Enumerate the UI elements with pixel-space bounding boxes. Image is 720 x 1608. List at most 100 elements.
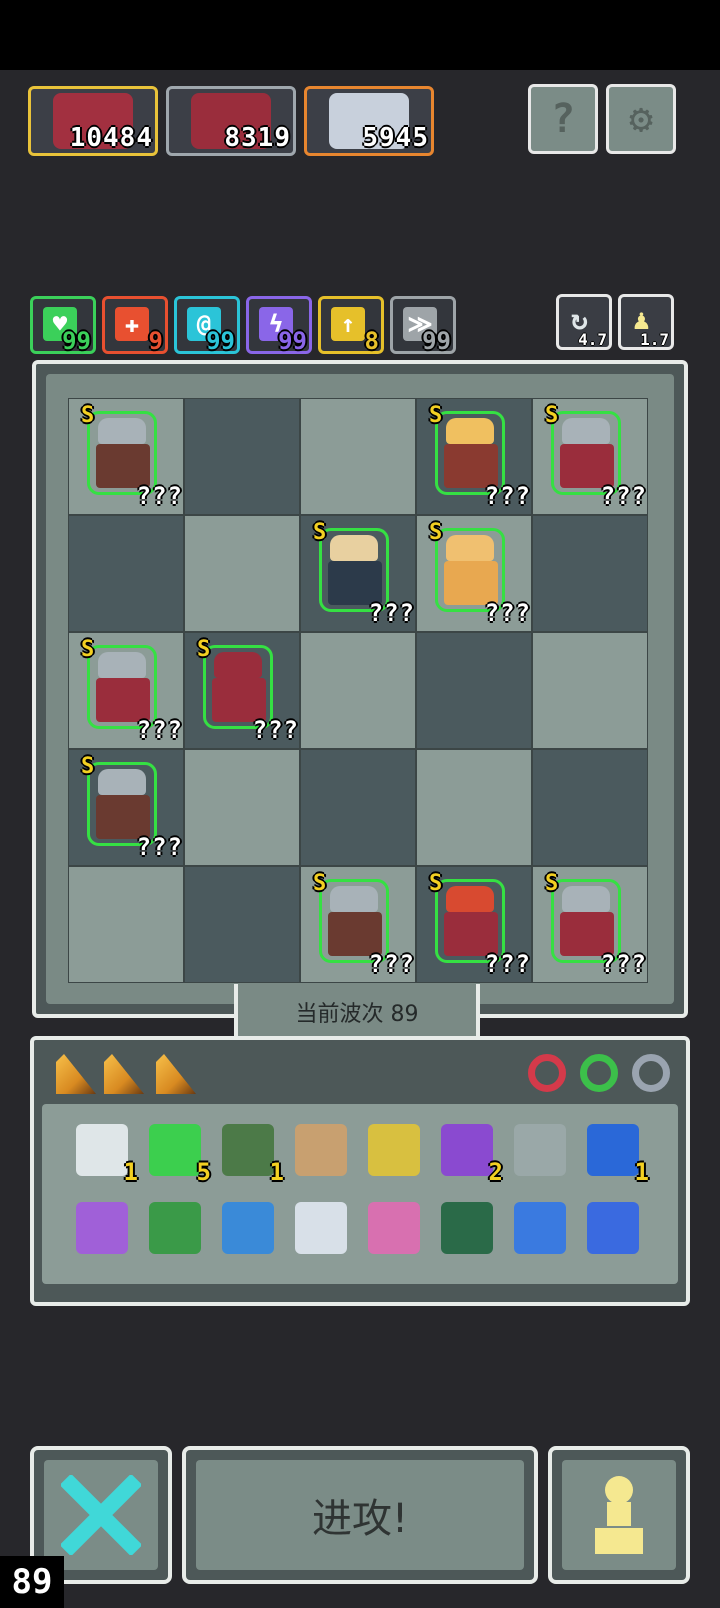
- gem-icon[interactable]: 5: [149, 1124, 211, 1186]
- stat-value: 9: [148, 327, 163, 355]
- wave-indicator: 当前波次 89: [234, 984, 480, 1044]
- item-count: 1: [634, 1158, 649, 1186]
- boss-portrait[interactable]: 10484: [28, 86, 158, 156]
- board-cell[interactable]: [532, 515, 648, 632]
- unit-level: ???: [136, 482, 183, 510]
- mirror-icon[interactable]: [295, 1202, 347, 1254]
- knight-hero-icon: [98, 652, 146, 678]
- unit-level: ???: [600, 482, 647, 510]
- board-cell[interactable]: [300, 398, 416, 515]
- board-cell[interactable]: [532, 632, 648, 749]
- item-count: 5: [196, 1158, 211, 1186]
- help-button[interactable]: ?: [528, 84, 598, 154]
- rate-value: 1.7: [640, 330, 669, 349]
- purple-key-icon[interactable]: [76, 1202, 128, 1254]
- boss-portrait[interactable]: 8319: [166, 86, 296, 156]
- unit-level: ???: [484, 599, 531, 627]
- board-cell[interactable]: [300, 632, 416, 749]
- water-drop-icon[interactable]: [514, 1202, 566, 1254]
- board-cell[interactable]: S???: [184, 632, 300, 749]
- rank-badge: S: [313, 520, 327, 545]
- rank-badge: S: [313, 871, 327, 896]
- stat-badge[interactable]: @99: [174, 296, 240, 355]
- ring-icon[interactable]: [632, 1054, 670, 1092]
- board-cell[interactable]: [300, 749, 416, 866]
- stat-badge[interactable]: ✚ 9: [102, 296, 168, 355]
- board-cell[interactable]: [184, 866, 300, 983]
- unit-level: ???: [600, 950, 647, 978]
- knight-hero-icon: [562, 418, 610, 444]
- rank-badge: S: [81, 637, 95, 662]
- rank-badge: S: [545, 403, 559, 428]
- shield-hero-icon: [98, 418, 146, 444]
- unit-level: ???: [368, 950, 415, 978]
- shuriken-icon[interactable]: [514, 1124, 566, 1176]
- pawn-rate-button[interactable]: ♟ 1.7: [618, 294, 674, 350]
- attack-label: 进攻!: [311, 1496, 409, 1542]
- board-cell[interactable]: [532, 749, 648, 866]
- stat-badge[interactable]: ϟ 99: [246, 296, 312, 355]
- rank-badge: S: [429, 520, 443, 545]
- attack-button[interactable]: 进攻!: [182, 1446, 538, 1584]
- settings-button[interactable]: ⚙: [606, 84, 676, 154]
- board-cell[interactable]: [416, 632, 532, 749]
- board-cell[interactable]: S???: [300, 866, 416, 983]
- ring-icon[interactable]: [580, 1054, 618, 1092]
- rate-value: 4.7: [578, 330, 607, 349]
- monk-hero-icon: [446, 535, 494, 561]
- board-cell[interactable]: S???: [68, 749, 184, 866]
- green-tile-icon[interactable]: [441, 1202, 493, 1254]
- claw-icon[interactable]: [295, 1124, 347, 1176]
- board-cell[interactable]: S???: [416, 398, 532, 515]
- reroll-button[interactable]: ↻ 4.7: [556, 294, 612, 350]
- board-cell[interactable]: S???: [416, 515, 532, 632]
- board-cell[interactable]: S???: [532, 398, 648, 515]
- stat-badge[interactable]: ♥ 99: [30, 296, 96, 355]
- blue-flame-icon[interactable]: [587, 1202, 639, 1254]
- board-cell[interactable]: S???: [532, 866, 648, 983]
- ring-icon[interactable]: [528, 1054, 566, 1092]
- arrow-up-icon: ↑: [331, 307, 365, 341]
- soldier-icon[interactable]: 1: [222, 1124, 284, 1186]
- close-icon: [61, 1475, 141, 1555]
- blonde-hero-icon: [446, 418, 494, 444]
- unit-level: ???: [484, 950, 531, 978]
- wave-counter: 89: [0, 1556, 64, 1608]
- board-cell[interactable]: [68, 866, 184, 983]
- stat-badge[interactable]: ≫ 99: [390, 296, 456, 355]
- board-cell[interactable]: [184, 749, 300, 866]
- stat-badge[interactable]: ↑ 8: [318, 296, 384, 355]
- board-cell[interactable]: [184, 398, 300, 515]
- stat-value: 99: [422, 327, 451, 355]
- rank-badge: S: [429, 871, 443, 896]
- board-cell[interactable]: S???: [68, 632, 184, 749]
- board-cell[interactable]: [184, 515, 300, 632]
- boss-portrait[interactable]: 5945: [304, 86, 434, 156]
- hourglass-icon[interactable]: 1: [587, 1124, 649, 1186]
- board-cell[interactable]: [416, 749, 532, 866]
- green-arrow-icon[interactable]: [149, 1202, 201, 1254]
- stat-value: 99: [278, 327, 307, 355]
- potion-icon[interactable]: 2: [441, 1124, 503, 1186]
- scroll-icon[interactable]: 1: [76, 1124, 138, 1186]
- stat-value: 99: [206, 327, 235, 355]
- stat-value: 99: [62, 327, 91, 355]
- wizard-hero-icon: [330, 535, 378, 561]
- board-cell[interactable]: S???: [68, 398, 184, 515]
- board-cell[interactable]: [68, 515, 184, 632]
- item-count: 1: [123, 1158, 138, 1186]
- item-count: 1: [269, 1158, 284, 1186]
- board-cell[interactable]: S???: [300, 515, 416, 632]
- status-bar: [0, 0, 720, 70]
- summon-button[interactable]: [548, 1446, 690, 1584]
- unit-level: ???: [484, 482, 531, 510]
- blue-boot-icon[interactable]: [222, 1202, 274, 1254]
- chalice-icon[interactable]: [368, 1124, 420, 1176]
- inventory-slots: [42, 1104, 678, 1284]
- attack-icon: ✚: [115, 307, 149, 341]
- shield-hero-icon: [98, 769, 146, 795]
- king-hero-icon: [446, 886, 494, 912]
- board-cell[interactable]: S???: [416, 866, 532, 983]
- stat-value: 8: [364, 327, 379, 355]
- pink-arrow-icon[interactable]: [368, 1202, 420, 1254]
